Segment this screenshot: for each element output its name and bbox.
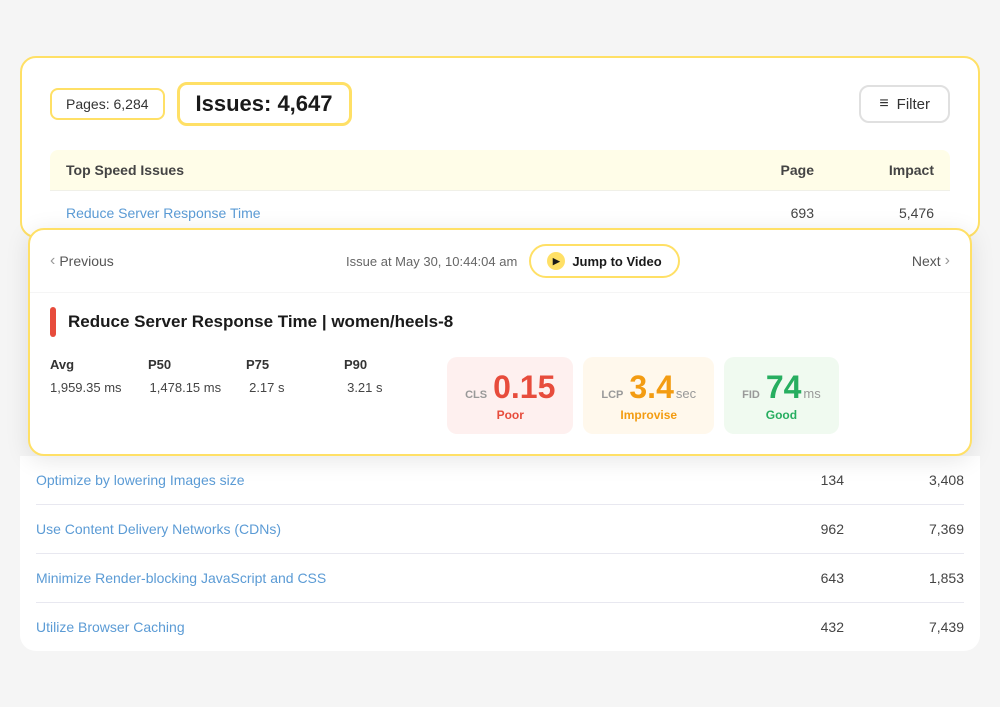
issue-link-3[interactable]: Utilize Browser Caching bbox=[36, 619, 724, 635]
p90-header: P90 bbox=[344, 357, 414, 372]
avg-value: 1,959.35 ms bbox=[50, 380, 122, 395]
page-count-3: 432 bbox=[724, 619, 844, 635]
metrics-values: 1,959.35 ms 1,478.15 ms 2.17 s 3.21 s bbox=[50, 380, 417, 395]
cls-card: CLS 0.15 Poor bbox=[447, 357, 573, 434]
fid-status: Good bbox=[766, 408, 797, 422]
page-count-2: 643 bbox=[724, 570, 844, 586]
impact-count-1: 7,369 bbox=[844, 521, 964, 537]
filter-icon: ≡ bbox=[879, 95, 888, 113]
impact-count-0: 3,408 bbox=[844, 472, 964, 488]
top-card-header: Pages: 6,284 Issues: 4,647 ≡ Filter bbox=[50, 82, 950, 126]
issue-title-row: Reduce Server Response Time | women/heel… bbox=[30, 293, 970, 347]
top-issues-table: Top Speed Issues Page Impact Reduce Serv… bbox=[50, 150, 950, 236]
table-row: Minimize Render-blocking JavaScript and … bbox=[36, 554, 964, 603]
filter-button[interactable]: ≡ Filter bbox=[859, 85, 950, 123]
play-icon: ▶ bbox=[547, 252, 565, 270]
lcp-label: LCP bbox=[601, 389, 623, 401]
impact-count-2: 1,853 bbox=[844, 570, 964, 586]
pages-badge: Pages: 6,284 bbox=[50, 88, 165, 120]
issues-badge: Issues: 4,647 bbox=[177, 82, 352, 126]
p90-value: 3.21 s bbox=[347, 380, 417, 395]
metrics-headers: Avg P50 P75 P90 bbox=[50, 357, 417, 372]
issue-link-1[interactable]: Use Content Delivery Networks (CDNs) bbox=[36, 521, 724, 537]
table-row: Use Content Delivery Networks (CDNs) 962… bbox=[36, 505, 964, 554]
table-row: Utilize Browser Caching 432 7,439 bbox=[36, 603, 964, 651]
lcp-value: 3.4 bbox=[629, 369, 673, 406]
cls-value: 0.15 bbox=[493, 369, 555, 406]
metrics-row: Avg P50 P75 P90 1,959.35 ms 1,478.15 ms … bbox=[30, 347, 970, 454]
lcp-status: Improvise bbox=[620, 408, 677, 422]
issue-link-rsr[interactable]: Reduce Server Response Time bbox=[66, 205, 694, 221]
impact-count: 5,476 bbox=[814, 205, 934, 221]
chevron-left-icon: ‹ bbox=[50, 252, 55, 270]
main-wrapper: Pages: 6,284 Issues: 4,647 ≡ Filter Top … bbox=[20, 56, 980, 651]
fid-label: FID bbox=[742, 389, 760, 401]
lcp-card: LCP 3.4 sec Improvise bbox=[583, 357, 714, 434]
p50-header: P50 bbox=[148, 357, 218, 372]
fid-card-top: FID 74 ms bbox=[742, 369, 821, 406]
p50-value: 1,478.15 ms bbox=[150, 380, 222, 395]
top-card: Pages: 6,284 Issues: 4,647 ≡ Filter Top … bbox=[20, 56, 980, 238]
middle-nav: ‹ Previous Issue at May 30, 10:44:04 am … bbox=[30, 230, 970, 293]
bottom-rows: Optimize by lowering Images size 134 3,4… bbox=[20, 456, 980, 651]
fid-card: FID 74 ms Good bbox=[724, 357, 839, 434]
middle-card: ‹ Previous Issue at May 30, 10:44:04 am … bbox=[28, 228, 972, 456]
cls-label: CLS bbox=[465, 389, 487, 401]
fid-value: 74 bbox=[766, 369, 802, 406]
issue-link-0[interactable]: Optimize by lowering Images size bbox=[36, 472, 724, 488]
lcp-card-top: LCP 3.4 sec bbox=[601, 369, 696, 406]
next-button[interactable]: Next › bbox=[912, 252, 950, 270]
page-count-0: 134 bbox=[724, 472, 844, 488]
issue-link-2[interactable]: Minimize Render-blocking JavaScript and … bbox=[36, 570, 724, 586]
issue-title: Reduce Server Response Time | women/heel… bbox=[68, 312, 453, 332]
severity-indicator bbox=[50, 307, 56, 337]
timing-metrics: Avg P50 P75 P90 1,959.35 ms 1,478.15 ms … bbox=[50, 357, 417, 434]
prev-button[interactable]: ‹ Previous bbox=[50, 252, 114, 270]
lcp-unit: sec bbox=[676, 386, 696, 401]
chevron-right-icon: › bbox=[945, 252, 950, 270]
p75-value: 2.17 s bbox=[249, 380, 319, 395]
page-count: 693 bbox=[694, 205, 814, 221]
issue-timestamp: Issue at May 30, 10:44:04 am bbox=[346, 254, 517, 269]
nav-center: Issue at May 30, 10:44:04 am ▶ Jump to V… bbox=[346, 244, 680, 278]
table-header-row: Top Speed Issues Page Impact bbox=[50, 150, 950, 191]
table-row: Optimize by lowering Images size 134 3,4… bbox=[36, 456, 964, 505]
impact-count-3: 7,439 bbox=[844, 619, 964, 635]
header-left: Pages: 6,284 Issues: 4,647 bbox=[50, 82, 352, 126]
fid-unit: ms bbox=[803, 386, 820, 401]
p75-header: P75 bbox=[246, 357, 316, 372]
web-vitals-cards: CLS 0.15 Poor LCP 3.4 sec Improvise FI bbox=[447, 357, 839, 434]
avg-header: Avg bbox=[50, 357, 120, 372]
cls-card-top: CLS 0.15 bbox=[465, 369, 555, 406]
page-count-1: 962 bbox=[724, 521, 844, 537]
cls-status: Poor bbox=[497, 408, 524, 422]
jump-to-video-button[interactable]: ▶ Jump to Video bbox=[529, 244, 679, 278]
